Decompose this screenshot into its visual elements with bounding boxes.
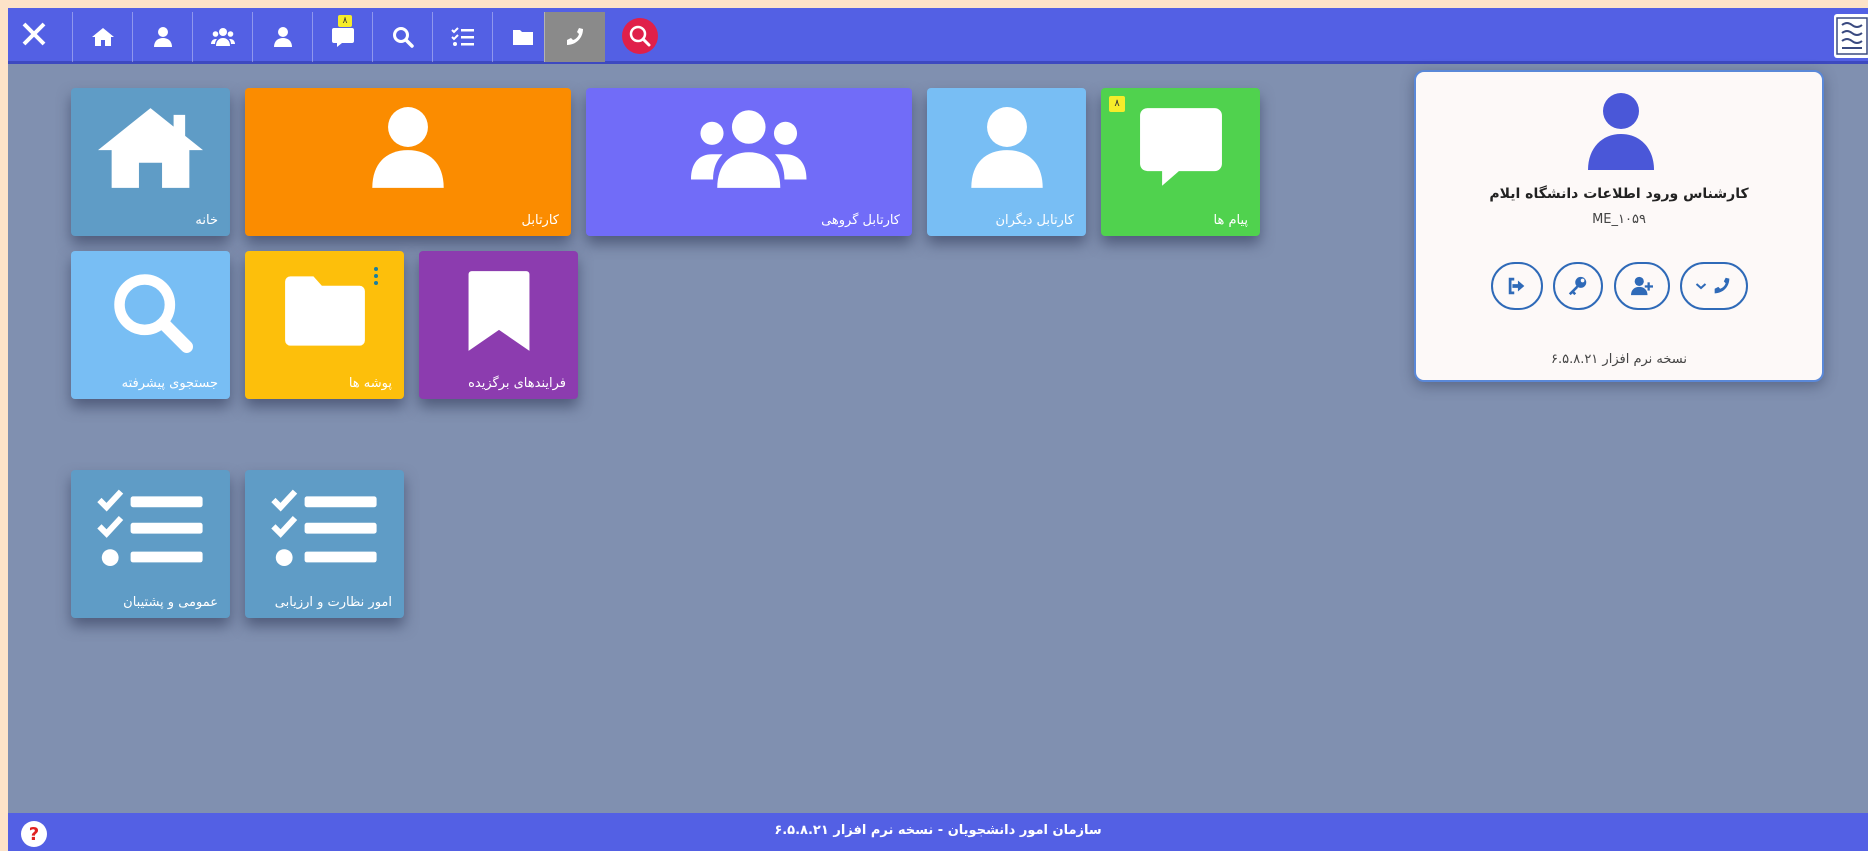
user-code: ME_۱۰۵۹ [1592, 212, 1646, 227]
user-plus-icon [1631, 276, 1653, 296]
close-button[interactable] [14, 14, 54, 54]
tile-messages[interactable]: ۸ پیام ها [1101, 88, 1260, 236]
tile-others-inbox[interactable]: کارتابل دیگران [927, 88, 1086, 236]
tile-label: خانه [195, 213, 218, 228]
list-check-icon [270, 489, 377, 566]
list-check-icon [96, 489, 203, 566]
group-button[interactable] [192, 12, 253, 62]
tile-label: کارتابل گروهی [821, 213, 900, 228]
tile-advanced-search[interactable]: جستجوی پیشرفته [71, 251, 230, 399]
tile-label: پوشه ها [348, 376, 392, 391]
tile-supervision[interactable]: امور نظارت و ارزیابی [245, 470, 404, 618]
folder-icon [284, 276, 365, 346]
user-icon [1588, 93, 1654, 170]
search-button[interactable] [372, 12, 433, 62]
tasks-button[interactable] [432, 12, 493, 62]
logo-icon [1836, 17, 1868, 55]
software-version: نسخه نرم افزار ۶.۵.۸.۲۱ [1550, 352, 1687, 367]
top-toolbar: ۸ [8, 8, 1868, 64]
messages-button[interactable]: ۸ [312, 12, 373, 62]
user-icon [372, 107, 444, 188]
phone-icon [1714, 277, 1730, 294]
home-icon [98, 108, 203, 188]
chevron-down-icon [1695, 283, 1707, 290]
close-icon [22, 22, 46, 46]
tile-general-support[interactable]: عمومی و پشتیبان [71, 470, 230, 618]
user-icon [274, 27, 292, 47]
users-icon [691, 110, 807, 188]
university-logo [1834, 14, 1868, 58]
search-circle-icon [629, 25, 651, 47]
app-frame: ۸ خانه کارتابل کارتابل گروهی کارتابل دیگ… [8, 8, 1868, 851]
phone-dropdown-button[interactable] [1680, 262, 1748, 310]
logout-button[interactable] [1491, 262, 1543, 310]
tile-label: کارتابل دیگران [995, 213, 1074, 228]
home-button[interactable] [72, 12, 133, 62]
tile-label: امور نظارت و ارزیابی [274, 595, 392, 610]
search-icon [393, 27, 414, 48]
tile-label: کارتابل [521, 213, 559, 228]
bookmark-icon [468, 271, 529, 351]
tile-label: عمومی و پشتیبان [123, 595, 218, 610]
notification-badge: ۸ [338, 15, 352, 27]
key-icon [1568, 276, 1587, 296]
user-button[interactable] [132, 12, 193, 62]
avatar [1586, 92, 1656, 172]
phone-icon [567, 28, 583, 45]
tile-group-inbox[interactable]: کارتابل گروهی [586, 88, 912, 236]
change-password-button[interactable] [1553, 262, 1603, 310]
tile-home[interactable]: خانه [71, 88, 230, 236]
sign-out-icon [1508, 277, 1525, 295]
tile-label: جستجوی پیشرفته [121, 376, 218, 391]
phone-button[interactable] [544, 12, 605, 62]
tile-favorite-processes[interactable]: فرایندهای برگزیده [419, 251, 578, 399]
list-check-icon [451, 27, 474, 46]
search-icon [113, 274, 193, 353]
user-icon [970, 107, 1043, 188]
user-icon [154, 27, 172, 47]
tile-inbox[interactable]: کارتابل [245, 88, 571, 236]
users-icon [211, 28, 235, 46]
status-bar: ? سازمان امور دانشجویان - نسخه نرم افزار… [8, 813, 1868, 851]
tile-label: پیام ها [1213, 213, 1249, 228]
home-icon [92, 28, 114, 46]
comment-icon [1139, 108, 1222, 186]
comment-icon [332, 28, 354, 47]
user-name: کارشناس ورود اطلاعات دانشگاه ایلام [1489, 186, 1749, 202]
global-search-button[interactable] [622, 18, 658, 54]
tile-folders[interactable]: پوشه ها [245, 251, 404, 399]
add-user-button[interactable] [1614, 262, 1670, 310]
footer-text: سازمان امور دانشجویان - نسخه نرم افزار ۶… [774, 823, 1102, 838]
folder-icon [513, 30, 533, 45]
profile-card: کارشناس ورود اطلاعات دانشگاه ایلام ME_۱۰… [1414, 70, 1824, 382]
tile-label: فرایندهای برگزیده [468, 376, 566, 391]
other-user-button[interactable] [252, 12, 313, 62]
